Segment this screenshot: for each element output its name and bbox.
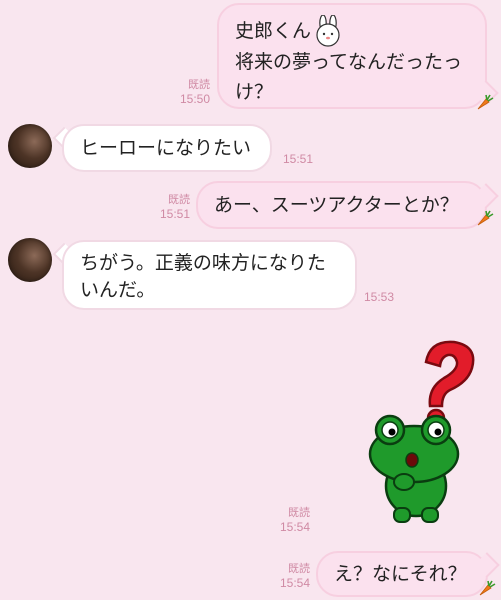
bunny-face-emoji [316, 15, 340, 47]
timestamp: 15:53 [364, 290, 395, 304]
message-bubble[interactable]: 史郎くん 将来の夢ってなんだったっけ？ [217, 3, 487, 109]
timestamp: 15:54 [279, 576, 310, 590]
contact-avatar[interactable] [8, 238, 52, 282]
message-bubble[interactable]: ちがう。正義の味方になりた いんだ。 [62, 240, 357, 310]
message-text: ヒーローになりたい [80, 137, 252, 159]
message-text: え？なにそれ？ [334, 563, 467, 585]
read-receipt: 既読 [188, 79, 210, 91]
message-bubble[interactable]: ヒーローになりたい [62, 124, 272, 172]
message-text: あー、スーツアクターとか？ [214, 194, 459, 216]
carrot-icon [477, 94, 494, 110]
timestamp: 15:54 [279, 520, 310, 534]
timestamp: 15:51 [283, 152, 314, 166]
read-receipt: 既読 [288, 507, 310, 519]
message-bubble[interactable]: あー、スーツアクターとか？ [196, 181, 487, 229]
message-text-line: 史郎くん [235, 20, 312, 42]
timestamp: 15:50 [179, 92, 210, 106]
frog-question-sticker[interactable] [364, 336, 479, 526]
contact-avatar[interactable] [8, 124, 52, 168]
message-bubble[interactable]: え？なにそれ？ [316, 551, 488, 597]
message-text-line: ちがう。正義の味方になりた [80, 252, 326, 274]
message-text-line: 将来の夢ってなんだったっけ？ [235, 51, 463, 103]
message-text-line: いんだ。 [80, 279, 156, 301]
timestamp: 15:51 [159, 207, 190, 221]
carrot-icon [479, 580, 496, 596]
read-receipt: 既読 [288, 563, 310, 575]
read-receipt: 既読 [168, 194, 190, 206]
carrot-icon [477, 210, 494, 226]
